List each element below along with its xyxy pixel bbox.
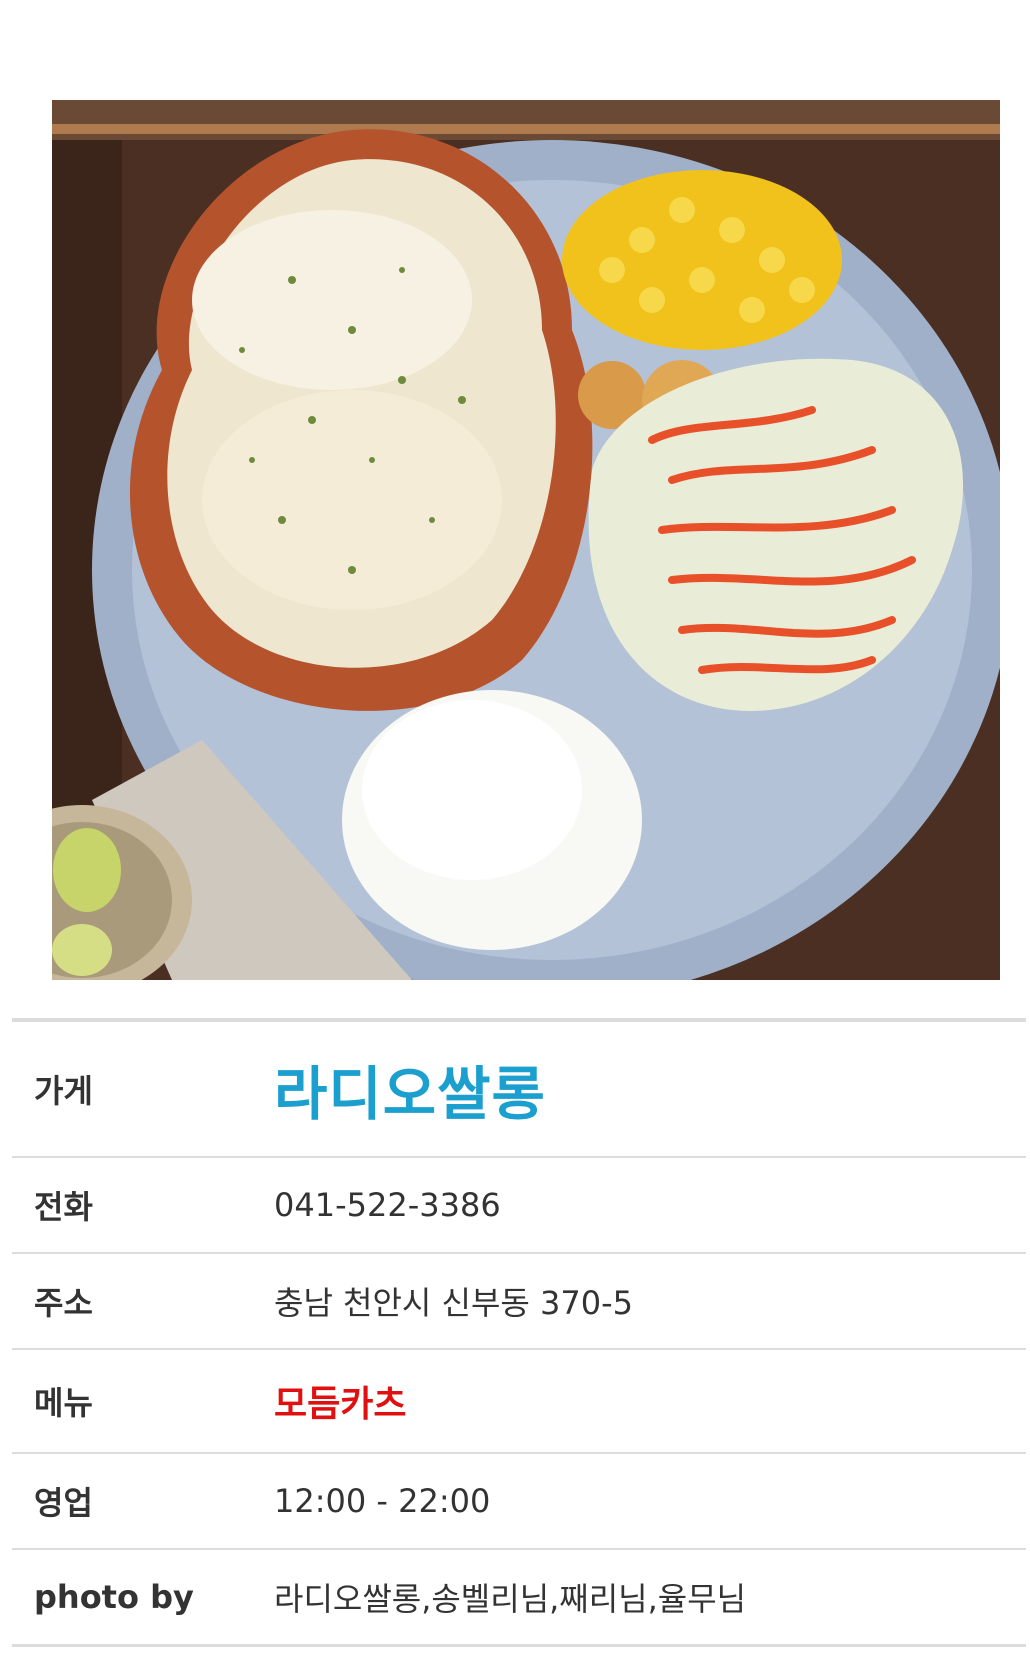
photo-credit-row: photo by 라디오쌀롱,송벨리님,째리님,율무님 [12,1550,1026,1647]
food-photo [52,100,1000,980]
food-plate-image [52,100,1000,980]
menu-name: 모듬카츠 [274,1384,407,1425]
menu-label: 메뉴 [34,1384,93,1422]
phone-number[interactable]: 041-522-3386 [274,1186,501,1224]
phone-row: 전화 041-522-3386 [12,1158,1026,1254]
hours-row: 영업 12:00 - 22:00 [12,1454,1026,1550]
store-row: 가게 라디오쌀롱 [12,1022,1026,1158]
address-value: 충남 천안시 신부동 370-5 [274,1284,634,1322]
store-label: 가게 [34,1072,93,1110]
store-info-table: 가게 라디오쌀롱 전화 041-522-3386 주소 충남 천안시 신부동 3… [12,1018,1026,1647]
hours-label: 영업 [34,1484,93,1522]
store-name: 라디오쌀롱 [274,1060,546,1128]
address-row: 주소 충남 천안시 신부동 370-5 [12,1254,1026,1350]
menu-row: 메뉴 모듬카츠 [12,1350,1026,1454]
phone-label: 전화 [34,1188,93,1226]
photo-credit-label: photo by [34,1578,194,1616]
hours-value: 12:00 - 22:00 [274,1482,491,1520]
address-label: 주소 [34,1284,93,1322]
photo-credit-value: 라디오쌀롱,송벨리님,째리님,율무님 [274,1580,747,1618]
